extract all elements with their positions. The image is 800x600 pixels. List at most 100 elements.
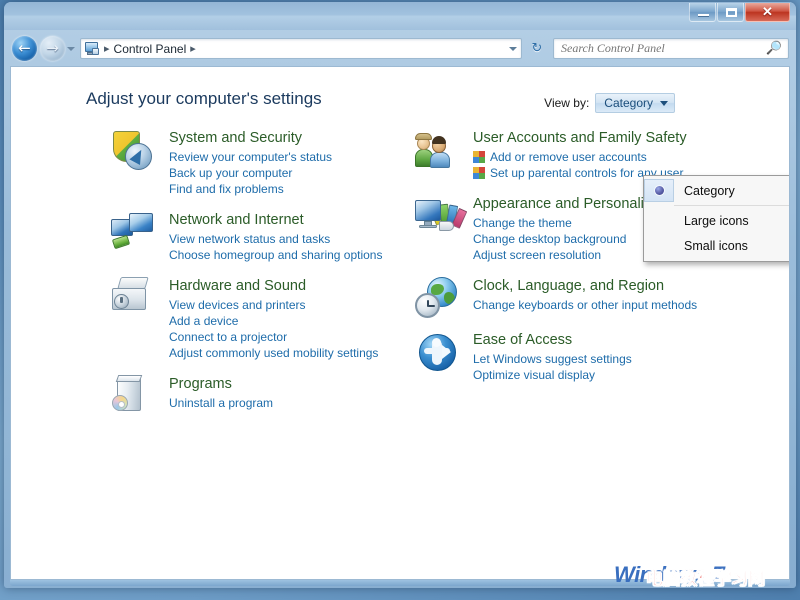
window-controls: ✕	[689, 3, 790, 22]
menu-item-small-icons[interactable]: Small icons	[644, 233, 789, 258]
category-link[interactable]: Connect to a projector	[169, 329, 407, 345]
breadcrumb-separator-trailing-icon[interactable]: ▸	[186, 42, 200, 55]
link-text: Uninstall a program	[169, 396, 274, 410]
view-by-label: View by:	[544, 96, 590, 110]
category-link[interactable]: Back up your computer	[169, 165, 407, 181]
menu-item-label: Category	[684, 183, 735, 198]
maximize-icon	[726, 8, 737, 17]
minimize-icon	[698, 14, 709, 16]
link-text: Review your computer's status	[169, 150, 333, 164]
view-by-control: View by: Category	[544, 93, 675, 113]
uac-shield-icon	[473, 166, 486, 180]
link-text: Let Windows suggest settings	[473, 352, 632, 366]
category-title[interactable]: Clock, Language, and Region	[473, 277, 664, 296]
clock-language-region-icon	[415, 277, 465, 325]
link-text: Change the theme	[473, 216, 572, 230]
category-clock-language-and-region: Clock, Language, and Region Change keybo…	[411, 277, 711, 318]
watermark-overlay-text: 电脑教程学习网	[646, 569, 766, 590]
view-by-dropdown-menu[interactable]: Category Large icons Small icons	[643, 175, 789, 262]
category-column-right: User Accounts and Family Safety Add or r…	[411, 129, 711, 397]
breadcrumb-separator-leading-icon[interactable]: ▸	[100, 42, 114, 55]
minimize-button[interactable]	[689, 3, 716, 22]
link-text: Optimize visual display	[473, 368, 596, 382]
menu-item-label: Small icons	[684, 238, 748, 253]
address-bar[interactable]: ▸ Control Panel ▸	[80, 38, 522, 59]
chevron-down-icon	[660, 100, 668, 106]
back-arrow-icon: ←	[18, 39, 31, 57]
ease-of-access-icon	[415, 331, 465, 379]
category-link[interactable]: Change keyboards or other input methods	[473, 297, 711, 313]
category-hardware-and-sound: Hardware and Sound View devices and prin…	[107, 277, 407, 361]
category-title[interactable]: System and Security	[169, 129, 302, 148]
maximize-button[interactable]	[717, 3, 744, 22]
user-accounts-icon	[415, 129, 465, 177]
network-and-internet-icon	[111, 211, 161, 259]
search-box[interactable]: 🔍	[553, 38, 789, 59]
category-link[interactable]: Optimize visual display	[473, 367, 711, 383]
control-panel-icon	[84, 41, 100, 56]
watermark: Windows 7 电脑教程学习网	[614, 562, 794, 590]
refresh-button[interactable]: ↻	[526, 38, 548, 59]
category-title[interactable]: Hardware and Sound	[169, 277, 306, 296]
control-panel-window: ✕ ← → ▸ Control Panel ▸ ↻ Search Control…	[4, 2, 796, 588]
category-link[interactable]: View devices and printers	[169, 297, 407, 313]
link-text: Connect to a projector	[169, 330, 288, 344]
link-text: Find and fix problems	[169, 182, 284, 196]
desktop-background: ✕ ← → ▸ Control Panel ▸ ↻ Search Control…	[0, 0, 800, 600]
view-by-dropdown-button[interactable]: Category	[595, 93, 675, 113]
category-link[interactable]: Add or remove user accounts	[473, 149, 711, 165]
category-link[interactable]: Adjust commonly used mobility settings	[169, 345, 407, 361]
category-network-and-internet: Network and Internet View network status…	[107, 211, 407, 263]
search-icon[interactable]: 🔍	[766, 41, 782, 56]
programs-icon	[111, 375, 161, 423]
menu-item-large-icons[interactable]: Large icons	[644, 208, 789, 233]
link-text: Change desktop background	[473, 232, 627, 246]
close-icon: ✕	[762, 4, 773, 19]
category-link[interactable]: Review your computer's status	[169, 149, 407, 165]
hardware-and-sound-icon	[111, 277, 161, 325]
search-input[interactable]	[561, 41, 766, 56]
link-text: Add or remove user accounts	[490, 150, 647, 164]
link-text: View devices and printers	[169, 298, 306, 312]
category-programs: Programs Uninstall a program	[107, 375, 407, 415]
navigation-toolbar: ← → ▸ Control Panel ▸ ↻ Search Control P…	[4, 30, 796, 66]
uac-shield-icon	[473, 150, 486, 164]
link-text: Back up your computer	[169, 166, 293, 180]
appearance-and-personalization-icon	[415, 195, 468, 243]
system-and-security-icon	[111, 129, 161, 177]
category-user-accounts-and-family-safety: User Accounts and Family Safety Add or r…	[411, 129, 711, 181]
link-text: Adjust screen resolution	[473, 248, 602, 262]
window-titlebar: ✕	[4, 2, 796, 30]
category-link[interactable]: View network status and tasks	[169, 231, 407, 247]
recent-pages-chevron-down-icon[interactable]	[67, 47, 75, 51]
link-text: Choose homegroup and sharing options	[169, 248, 383, 262]
menu-item-label: Large icons	[684, 213, 749, 228]
forward-button[interactable]: →	[40, 36, 65, 61]
link-text: Add a device	[169, 314, 239, 328]
back-button[interactable]: ←	[12, 36, 37, 61]
radio-empty-icon	[644, 233, 674, 258]
link-text: Adjust commonly used mobility settings	[169, 346, 379, 360]
forward-arrow-icon: →	[46, 39, 59, 57]
category-system-and-security: System and Security Review your computer…	[107, 129, 407, 197]
page-title: Adjust your computer's settings	[86, 89, 322, 108]
category-link[interactable]: Find and fix problems	[169, 181, 407, 197]
category-title[interactable]: User Accounts and Family Safety	[473, 129, 687, 148]
close-button[interactable]: ✕	[745, 3, 790, 22]
radio-selected-icon	[644, 179, 674, 202]
menu-item-category[interactable]: Category	[644, 178, 789, 203]
category-link[interactable]: Choose homegroup and sharing options	[169, 247, 407, 263]
control-panel-content: Adjust your computer's settings View by:…	[10, 66, 790, 580]
link-text: View network status and tasks	[169, 232, 331, 246]
category-title[interactable]: Programs	[169, 375, 232, 394]
radio-empty-icon	[644, 208, 674, 233]
category-title[interactable]: Network and Internet	[169, 211, 304, 230]
link-text: Change keyboards or other input methods	[473, 298, 698, 312]
address-bar-chevron-down-icon[interactable]	[504, 39, 521, 58]
category-link[interactable]: Uninstall a program	[169, 395, 407, 411]
breadcrumb-control-panel[interactable]: Control Panel	[114, 42, 187, 56]
view-by-selected-value: Category	[604, 96, 653, 110]
category-link[interactable]: Let Windows suggest settings	[473, 351, 711, 367]
category-link[interactable]: Add a device	[169, 313, 407, 329]
category-title[interactable]: Ease of Access	[473, 331, 572, 350]
